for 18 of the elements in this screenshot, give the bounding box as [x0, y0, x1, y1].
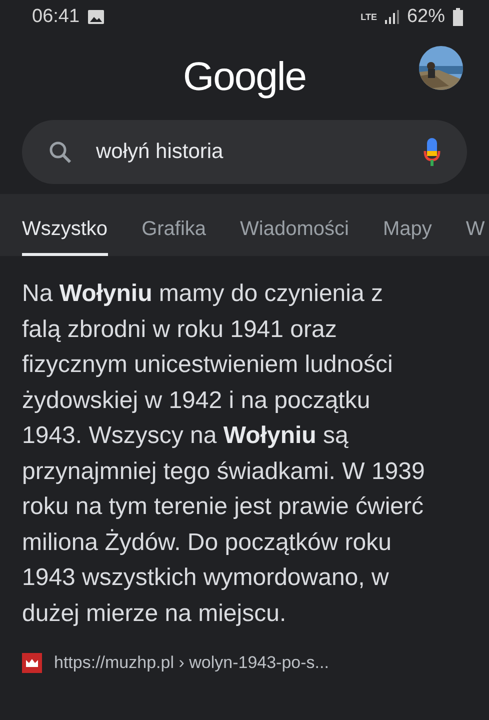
battery-icon: [453, 8, 463, 26]
search-tab[interactable]: W: [466, 218, 485, 256]
search-tab[interactable]: Wiadomości: [240, 218, 349, 256]
search-field[interactable]: wołyń historia: [22, 120, 467, 184]
site-favicon: [22, 653, 42, 673]
signal-icon: [384, 10, 399, 24]
search-icon: [48, 140, 72, 164]
network-type: LTE: [360, 12, 377, 22]
image-icon: [88, 10, 104, 24]
microphone-icon[interactable]: [423, 138, 441, 166]
google-logo: Google: [183, 54, 306, 100]
result-url[interactable]: https://muzhp.pl › wolyn-1943-po-s...: [54, 653, 329, 673]
search-tab[interactable]: Wszystko: [22, 218, 108, 256]
status-time: 06:41: [32, 6, 80, 28]
battery-level: 62%: [406, 6, 445, 28]
search-tab[interactable]: Mapy: [382, 218, 432, 256]
result-snippet: Na Wołyniu mamy do czynienia z falą zbrodni w roku 1941 oraz fizycznym unicestwieniem ludności żydowskiej w 1942 i na początku 1943. Wszyscy na Wołyniu są przynajmniej tego świadkami. W 1939 roku na tym terenie jest prawie ćwierć miliona Żydów. Do początków roku 1943 wszystkich wymordowano, w dużej mierze na miejscu.: [22, 279, 426, 628]
search-tab[interactable]: Grafika: [142, 218, 206, 256]
